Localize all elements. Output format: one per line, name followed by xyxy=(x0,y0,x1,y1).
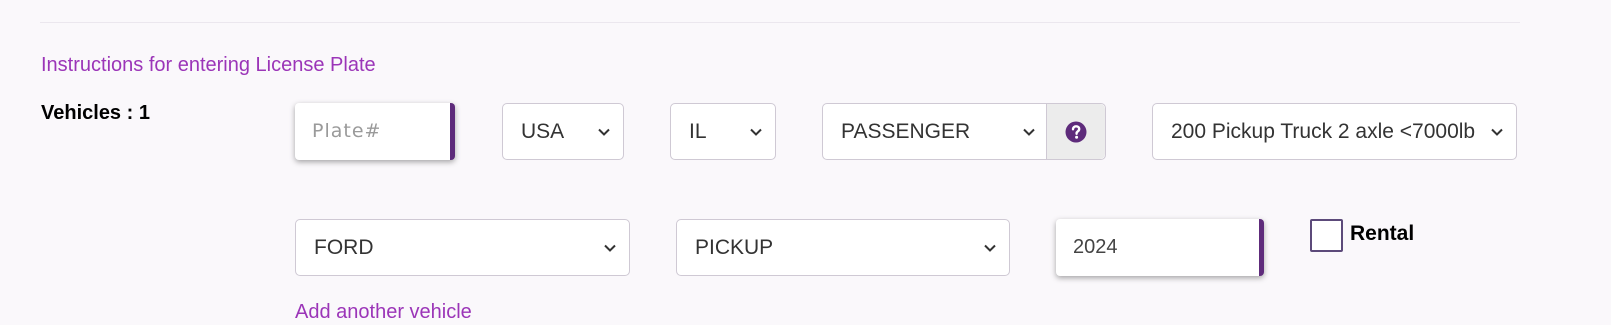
state-value: IL xyxy=(689,119,707,143)
model-select[interactable]: PICKUP xyxy=(676,219,1010,276)
year-field[interactable] xyxy=(1056,219,1264,276)
chevron-down-icon xyxy=(984,244,996,252)
plate-number-field[interactable] xyxy=(295,103,455,160)
country-value: USA xyxy=(521,119,565,143)
model-value: PICKUP xyxy=(695,235,774,259)
plate-type-value: PASSENGER xyxy=(841,119,971,143)
rental-checkbox[interactable] xyxy=(1310,219,1343,252)
make-value: FORD xyxy=(314,235,374,259)
state-select[interactable]: IL xyxy=(670,103,776,160)
add-another-vehicle-link[interactable]: Add another vehicle xyxy=(295,301,472,324)
vehicles-count-label: Vehicles : 1 xyxy=(41,102,150,124)
vehicle-class-select[interactable]: 200 Pickup Truck 2 axle <7000lb xyxy=(1152,103,1517,160)
rental-label[interactable]: Rental xyxy=(1350,222,1414,246)
plate-type-select[interactable]: PASSENGER xyxy=(823,104,1048,159)
country-select[interactable]: USA xyxy=(502,103,624,160)
chevron-down-icon xyxy=(1491,128,1503,136)
plate-type-group: PASSENGER xyxy=(822,103,1106,160)
top-divider xyxy=(40,22,1520,23)
license-plate-instructions-link[interactable]: Instructions for entering License Plate xyxy=(41,54,376,77)
make-select[interactable]: FORD xyxy=(295,219,630,276)
chevron-down-icon xyxy=(604,244,616,252)
plate-number-input[interactable] xyxy=(295,103,450,160)
vehicle-entry-page: Instructions for entering License Plate … xyxy=(0,0,1611,325)
plate-type-help-button[interactable] xyxy=(1046,104,1105,159)
question-circle-icon xyxy=(1065,121,1087,142)
vehicle-class-value: 200 Pickup Truck 2 axle <7000lb xyxy=(1171,119,1476,143)
chevron-down-icon xyxy=(598,128,610,136)
year-input[interactable] xyxy=(1056,219,1259,276)
chevron-down-icon xyxy=(1023,128,1035,136)
chevron-down-icon xyxy=(750,128,762,136)
